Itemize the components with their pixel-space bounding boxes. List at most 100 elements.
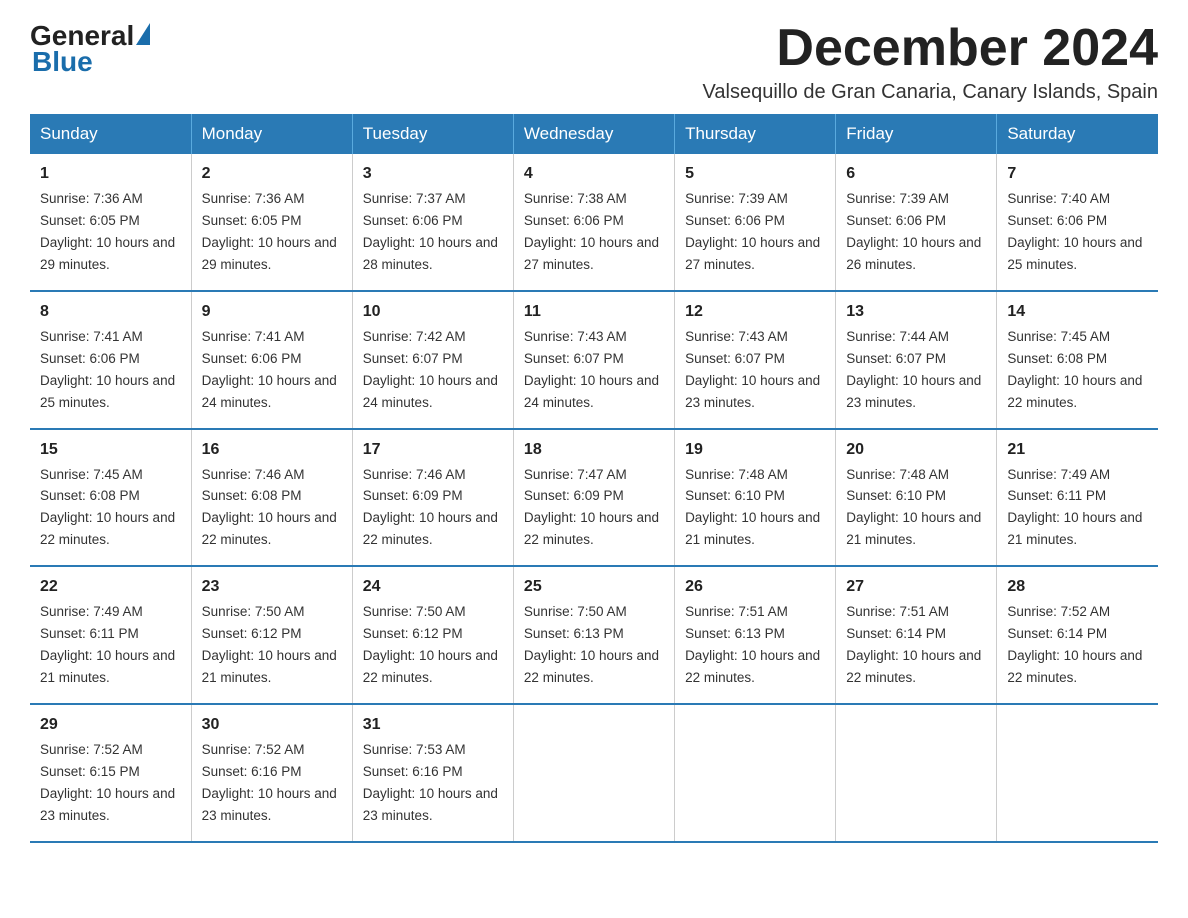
calendar-day-cell <box>675 704 836 842</box>
day-number: 6 <box>846 162 986 186</box>
day-number: 9 <box>202 300 342 324</box>
calendar-week-row: 22 Sunrise: 7:49 AMSunset: 6:11 PMDaylig… <box>30 566 1158 704</box>
calendar-day-cell: 2 Sunrise: 7:36 AMSunset: 6:05 PMDayligh… <box>191 154 352 291</box>
day-number: 18 <box>524 438 664 462</box>
calendar-day-cell: 16 Sunrise: 7:46 AMSunset: 6:08 PMDaylig… <box>191 429 352 567</box>
calendar-day-cell: 11 Sunrise: 7:43 AMSunset: 6:07 PMDaylig… <box>513 291 674 429</box>
calendar-day-cell: 8 Sunrise: 7:41 AMSunset: 6:06 PMDayligh… <box>30 291 191 429</box>
calendar-day-cell <box>513 704 674 842</box>
calendar-day-cell: 5 Sunrise: 7:39 AMSunset: 6:06 PMDayligh… <box>675 154 836 291</box>
day-info: Sunrise: 7:50 AMSunset: 6:13 PMDaylight:… <box>524 604 659 685</box>
day-number: 26 <box>685 575 825 599</box>
day-number: 27 <box>846 575 986 599</box>
day-info: Sunrise: 7:39 AMSunset: 6:06 PMDaylight:… <box>685 191 820 272</box>
day-number: 8 <box>40 300 181 324</box>
calendar-day-cell: 20 Sunrise: 7:48 AMSunset: 6:10 PMDaylig… <box>836 429 997 567</box>
day-info: Sunrise: 7:51 AMSunset: 6:13 PMDaylight:… <box>685 604 820 685</box>
calendar-day-cell <box>997 704 1158 842</box>
calendar-day-cell: 21 Sunrise: 7:49 AMSunset: 6:11 PMDaylig… <box>997 429 1158 567</box>
day-number: 19 <box>685 438 825 462</box>
day-info: Sunrise: 7:44 AMSunset: 6:07 PMDaylight:… <box>846 329 981 410</box>
day-info: Sunrise: 7:49 AMSunset: 6:11 PMDaylight:… <box>1007 467 1142 548</box>
calendar-day-cell: 30 Sunrise: 7:52 AMSunset: 6:16 PMDaylig… <box>191 704 352 842</box>
day-info: Sunrise: 7:36 AMSunset: 6:05 PMDaylight:… <box>202 191 337 272</box>
day-info: Sunrise: 7:36 AMSunset: 6:05 PMDaylight:… <box>40 191 175 272</box>
logo-blue-text: Blue <box>30 46 93 78</box>
calendar-week-row: 15 Sunrise: 7:45 AMSunset: 6:08 PMDaylig… <box>30 429 1158 567</box>
day-number: 10 <box>363 300 503 324</box>
calendar-day-cell: 19 Sunrise: 7:48 AMSunset: 6:10 PMDaylig… <box>675 429 836 567</box>
day-info: Sunrise: 7:48 AMSunset: 6:10 PMDaylight:… <box>685 467 820 548</box>
calendar-week-row: 29 Sunrise: 7:52 AMSunset: 6:15 PMDaylig… <box>30 704 1158 842</box>
day-info: Sunrise: 7:39 AMSunset: 6:06 PMDaylight:… <box>846 191 981 272</box>
calendar-week-row: 8 Sunrise: 7:41 AMSunset: 6:06 PMDayligh… <box>30 291 1158 429</box>
header: General Blue December 2024 Valsequillo d… <box>30 20 1158 104</box>
day-info: Sunrise: 7:41 AMSunset: 6:06 PMDaylight:… <box>40 329 175 410</box>
calendar-day-cell: 26 Sunrise: 7:51 AMSunset: 6:13 PMDaylig… <box>675 566 836 704</box>
calendar-day-cell: 29 Sunrise: 7:52 AMSunset: 6:15 PMDaylig… <box>30 704 191 842</box>
calendar-day-cell: 12 Sunrise: 7:43 AMSunset: 6:07 PMDaylig… <box>675 291 836 429</box>
calendar-header-monday: Monday <box>191 114 352 154</box>
day-number: 5 <box>685 162 825 186</box>
calendar-header-thursday: Thursday <box>675 114 836 154</box>
day-number: 17 <box>363 438 503 462</box>
calendar-header-tuesday: Tuesday <box>352 114 513 154</box>
day-number: 20 <box>846 438 986 462</box>
calendar-day-cell: 22 Sunrise: 7:49 AMSunset: 6:11 PMDaylig… <box>30 566 191 704</box>
calendar-day-cell: 13 Sunrise: 7:44 AMSunset: 6:07 PMDaylig… <box>836 291 997 429</box>
day-info: Sunrise: 7:42 AMSunset: 6:07 PMDaylight:… <box>363 329 498 410</box>
day-number: 12 <box>685 300 825 324</box>
day-info: Sunrise: 7:46 AMSunset: 6:09 PMDaylight:… <box>363 467 498 548</box>
calendar-day-cell: 6 Sunrise: 7:39 AMSunset: 6:06 PMDayligh… <box>836 154 997 291</box>
day-info: Sunrise: 7:51 AMSunset: 6:14 PMDaylight:… <box>846 604 981 685</box>
title-block: December 2024 Valsequillo de Gran Canari… <box>703 20 1158 104</box>
day-info: Sunrise: 7:37 AMSunset: 6:06 PMDaylight:… <box>363 191 498 272</box>
calendar-week-row: 1 Sunrise: 7:36 AMSunset: 6:05 PMDayligh… <box>30 154 1158 291</box>
calendar-day-cell: 17 Sunrise: 7:46 AMSunset: 6:09 PMDaylig… <box>352 429 513 567</box>
calendar-day-cell: 10 Sunrise: 7:42 AMSunset: 6:07 PMDaylig… <box>352 291 513 429</box>
day-number: 23 <box>202 575 342 599</box>
day-info: Sunrise: 7:48 AMSunset: 6:10 PMDaylight:… <box>846 467 981 548</box>
day-number: 30 <box>202 713 342 737</box>
day-info: Sunrise: 7:46 AMSunset: 6:08 PMDaylight:… <box>202 467 337 548</box>
day-info: Sunrise: 7:45 AMSunset: 6:08 PMDaylight:… <box>1007 329 1142 410</box>
day-info: Sunrise: 7:50 AMSunset: 6:12 PMDaylight:… <box>202 604 337 685</box>
calendar-day-cell: 23 Sunrise: 7:50 AMSunset: 6:12 PMDaylig… <box>191 566 352 704</box>
calendar-day-cell: 28 Sunrise: 7:52 AMSunset: 6:14 PMDaylig… <box>997 566 1158 704</box>
day-number: 15 <box>40 438 181 462</box>
day-info: Sunrise: 7:40 AMSunset: 6:06 PMDaylight:… <box>1007 191 1142 272</box>
day-info: Sunrise: 7:49 AMSunset: 6:11 PMDaylight:… <box>40 604 175 685</box>
day-number: 11 <box>524 300 664 324</box>
location-subtitle: Valsequillo de Gran Canaria, Canary Isla… <box>703 81 1158 104</box>
calendar-day-cell: 15 Sunrise: 7:45 AMSunset: 6:08 PMDaylig… <box>30 429 191 567</box>
day-number: 16 <box>202 438 342 462</box>
day-number: 4 <box>524 162 664 186</box>
day-number: 24 <box>363 575 503 599</box>
calendar-day-cell: 27 Sunrise: 7:51 AMSunset: 6:14 PMDaylig… <box>836 566 997 704</box>
calendar-day-cell: 18 Sunrise: 7:47 AMSunset: 6:09 PMDaylig… <box>513 429 674 567</box>
day-number: 21 <box>1007 438 1148 462</box>
day-number: 25 <box>524 575 664 599</box>
day-info: Sunrise: 7:52 AMSunset: 6:16 PMDaylight:… <box>202 742 337 823</box>
day-number: 14 <box>1007 300 1148 324</box>
calendar-day-cell: 31 Sunrise: 7:53 AMSunset: 6:16 PMDaylig… <box>352 704 513 842</box>
calendar-day-cell: 1 Sunrise: 7:36 AMSunset: 6:05 PMDayligh… <box>30 154 191 291</box>
day-info: Sunrise: 7:53 AMSunset: 6:16 PMDaylight:… <box>363 742 498 823</box>
day-info: Sunrise: 7:43 AMSunset: 6:07 PMDaylight:… <box>685 329 820 410</box>
day-number: 31 <box>363 713 503 737</box>
calendar-day-cell: 9 Sunrise: 7:41 AMSunset: 6:06 PMDayligh… <box>191 291 352 429</box>
day-number: 2 <box>202 162 342 186</box>
calendar-header-sunday: Sunday <box>30 114 191 154</box>
calendar-header-wednesday: Wednesday <box>513 114 674 154</box>
day-info: Sunrise: 7:47 AMSunset: 6:09 PMDaylight:… <box>524 467 659 548</box>
logo: General Blue <box>30 20 150 78</box>
calendar-day-cell: 7 Sunrise: 7:40 AMSunset: 6:06 PMDayligh… <box>997 154 1158 291</box>
day-info: Sunrise: 7:50 AMSunset: 6:12 PMDaylight:… <box>363 604 498 685</box>
calendar-header-saturday: Saturday <box>997 114 1158 154</box>
day-number: 1 <box>40 162 181 186</box>
calendar-day-cell: 25 Sunrise: 7:50 AMSunset: 6:13 PMDaylig… <box>513 566 674 704</box>
day-info: Sunrise: 7:52 AMSunset: 6:14 PMDaylight:… <box>1007 604 1142 685</box>
day-info: Sunrise: 7:45 AMSunset: 6:08 PMDaylight:… <box>40 467 175 548</box>
day-info: Sunrise: 7:41 AMSunset: 6:06 PMDaylight:… <box>202 329 337 410</box>
day-number: 29 <box>40 713 181 737</box>
